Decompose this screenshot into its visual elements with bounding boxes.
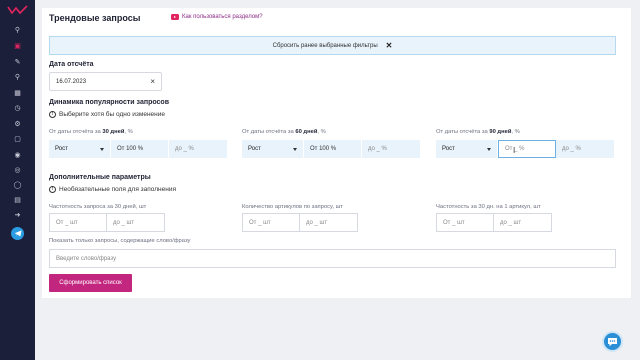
grid-icon[interactable]: ▦ xyxy=(13,89,22,98)
reset-filters-button[interactable]: Сбросить ранее выбранные фильтры ✕ xyxy=(49,36,616,55)
info-icon: ! xyxy=(49,111,56,118)
clock-icon[interactable]: ◷ xyxy=(13,104,22,113)
chat-icon[interactable] xyxy=(602,331,623,352)
frequency-per-article-label: Частотность за 30 дн. на 1 артикул, шт xyxy=(436,204,541,210)
chevron-down-icon xyxy=(293,147,297,151)
to-percent-30[interactable]: до _ % xyxy=(169,140,227,158)
bag-icon[interactable]: ▣ xyxy=(13,42,22,51)
price-tag-icon[interactable]: ◎ xyxy=(13,166,22,175)
frequency-30-to[interactable]: до _ шт xyxy=(107,213,165,232)
logo-icon xyxy=(7,5,28,15)
trend-select-30[interactable]: Рост xyxy=(49,140,111,158)
word-filter-label: Показать только запросы, содержащие слов… xyxy=(49,238,191,244)
text-cursor-icon: I xyxy=(513,146,516,155)
period-30-label: От даты отсчёта за 30 дней, % xyxy=(49,129,133,135)
dynamics-hint-text: Выберите хотя бы одно изменение xyxy=(59,111,166,118)
report-icon[interactable]: ▤ xyxy=(13,196,22,205)
trend-select-value: Рост xyxy=(248,146,261,152)
telegram-icon[interactable] xyxy=(11,227,24,240)
frequency-30-range: От _ шт до _ шт xyxy=(49,213,165,232)
zoom-icon[interactable]: ⚲ xyxy=(13,73,22,82)
clear-date-icon[interactable]: × xyxy=(150,77,155,86)
frequency-per-article-range: От _ шт до _ шт xyxy=(436,213,552,232)
period-60-filter: Рост От 100 % до _ % xyxy=(242,140,420,158)
trend-select-60[interactable]: Рост xyxy=(242,140,304,158)
youtube-icon xyxy=(171,14,179,20)
articles-count-to[interactable]: до _ шт xyxy=(300,213,358,232)
chevron-down-icon xyxy=(100,147,104,151)
report-date-value: 16.07.2023 xyxy=(56,78,87,85)
report-date-label: Дата отсчёта xyxy=(49,61,94,68)
from-percent-30[interactable]: От 100 % xyxy=(111,140,169,158)
help-link-label[interactable]: Как пользоваться разделом? xyxy=(182,14,263,20)
from-percent-90[interactable]: От _ % xyxy=(498,140,556,158)
generate-list-button[interactable]: Сформировать список xyxy=(49,274,132,292)
sidebar: ⚲ ▣ ✎ ⚲ ▦ ◷ ⚙ ▢ ◉ ◎ ◯ ▤ ➜ xyxy=(0,0,35,360)
edit-icon[interactable]: ✎ xyxy=(13,58,22,67)
frequency-per-article-from[interactable]: От _ шт xyxy=(436,213,494,232)
frequency-30-from[interactable]: От _ шт xyxy=(49,213,107,232)
from-percent-60[interactable]: От 100 % xyxy=(304,140,362,158)
search-icon[interactable]: ⚲ xyxy=(13,26,22,35)
settings-icon[interactable]: ⚙ xyxy=(13,120,22,129)
shield-icon[interactable]: ◯ xyxy=(13,181,22,190)
extra-params-hint: ! Необязательные поля для заполнения xyxy=(49,186,176,193)
frequency-per-article-to[interactable]: до _ шт xyxy=(494,213,552,232)
logout-icon[interactable]: ➜ xyxy=(13,211,22,220)
user-icon[interactable]: ◉ xyxy=(13,151,22,160)
period-90-label: От даты отсчёта за 90 дней, % xyxy=(436,129,520,135)
period-60-label: От даты отсчёта за 60 дней, % xyxy=(242,129,326,135)
period-30-filter: Рост От 100 % до _ % xyxy=(49,140,227,158)
articles-count-from[interactable]: От _ шт xyxy=(242,213,300,232)
word-filter-input[interactable]: Введите слово/фразу xyxy=(49,249,616,268)
to-percent-90[interactable]: до _ % xyxy=(556,140,614,158)
dynamics-hint: ! Выберите хотя бы одно изменение xyxy=(49,111,165,118)
box-icon[interactable]: ▢ xyxy=(13,135,22,144)
reset-filters-label: Сбросить ранее выбранные фильтры xyxy=(272,42,378,49)
info-icon: ! xyxy=(49,186,56,193)
frequency-30-label: Частотность запроса за 30 дней, шт xyxy=(49,204,147,210)
trend-select-value: Рост xyxy=(55,146,68,152)
extra-params-hint-text: Необязательные поля для заполнения xyxy=(59,186,176,193)
to-percent-60[interactable]: до _ % xyxy=(362,140,420,158)
articles-count-range: От _ шт до _ шт xyxy=(242,213,358,232)
help-link[interactable]: Как пользоваться разделом? xyxy=(171,14,263,20)
period-90-filter: Рост От _ % до _ % xyxy=(436,140,614,158)
trend-select-value: Рост xyxy=(442,146,455,152)
extra-params-label: Дополнительные параметры xyxy=(49,174,151,181)
chevron-down-icon xyxy=(487,147,491,151)
report-date-field[interactable]: 16.07.2023 × xyxy=(49,72,162,91)
articles-count-label: Количество артикулов по запросу, шт xyxy=(242,204,343,210)
page-title: Трендовые запросы xyxy=(49,13,141,23)
dynamics-label: Динамика популярности запросов xyxy=(49,99,169,106)
trend-select-90[interactable]: Рост xyxy=(436,140,498,158)
close-icon[interactable]: ✕ xyxy=(386,41,393,50)
logo[interactable] xyxy=(7,4,28,16)
